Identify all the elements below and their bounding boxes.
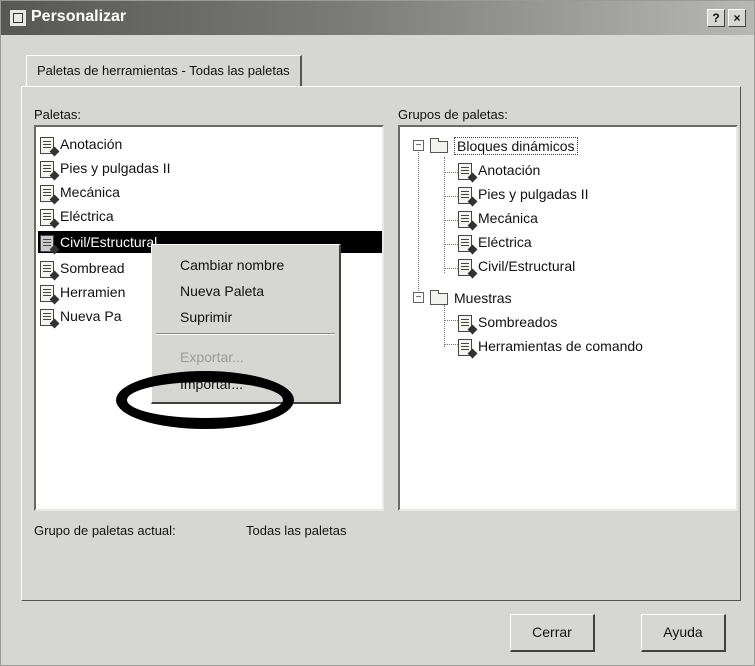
collapse-icon[interactable]: − [413,292,424,303]
tree-group[interactable]: Bloques dinámicos [430,135,578,157]
palette-icon [458,338,472,356]
current-group-label: Grupo de paletas actual: [34,523,176,538]
close-button[interactable]: Cerrar [510,614,595,652]
help-button[interactable]: Ayuda [641,614,726,652]
menu-separator [156,333,335,335]
app-icon [9,9,27,27]
customize-dialog: Personalizar ? × Paletas de herramientas… [0,0,755,666]
tree-line [444,305,445,347]
help-icon[interactable]: ? [707,9,725,27]
tree-line [418,145,419,297]
close-icon[interactable]: × [728,9,746,27]
tree-item[interactable]: Sombreados [458,311,557,333]
palette-icon [458,186,472,204]
palette-icon [40,184,54,202]
tree-line [444,268,458,269]
current-group-value: Todas las paletas [246,523,347,538]
palette-icon [458,234,472,252]
annotation-ring [116,371,294,429]
palette-icon [458,258,472,276]
list-item[interactable]: Anotación [40,133,122,155]
tree-line [444,320,458,321]
palette-icon [40,234,54,252]
tree-line [444,220,458,221]
tree-item[interactable]: Pies y pulgadas II [458,183,589,205]
tree-item[interactable]: Anotación [458,159,540,181]
palette-icon [40,284,54,302]
palette-groups-label: Grupos de paletas: [398,107,508,122]
list-item[interactable]: Pies y pulgadas II [40,157,171,179]
folder-icon [430,138,448,154]
palette-icon [40,160,54,178]
tree-line [444,196,458,197]
collapse-icon[interactable]: − [413,140,424,151]
tree-line [444,172,458,173]
tree-item[interactable]: Herramientas de comando [458,335,643,357]
palette-groups-tree[interactable]: − Bloques dinámicos Anotación Pies y pul… [398,125,738,511]
palette-icon [40,308,54,326]
tree-line [444,344,458,345]
tree-item[interactable]: Eléctrica [458,231,532,253]
title-bar[interactable]: Personalizar ? × [1,1,754,35]
palette-icon [40,136,54,154]
palette-icon [40,208,54,226]
palettes-label: Paletas: [34,107,81,122]
tree-line [444,157,445,273]
menu-item-export: Exportar... [180,349,244,365]
tree-item[interactable]: Civil/Estructural [458,255,575,277]
tab-tool-palettes[interactable]: Paletas de herramientas - Todas las pale… [26,55,302,87]
folder-icon [430,290,448,306]
palette-icon [40,260,54,278]
list-item[interactable]: Eléctrica [40,205,114,227]
tree-group[interactable]: Muestras [430,287,512,309]
palette-icon [458,162,472,180]
palette-icon [458,314,472,332]
menu-item-new-palette[interactable]: Nueva Paleta [180,283,264,299]
list-item[interactable]: Sombread [40,257,125,279]
menu-item-delete[interactable]: Suprimir [180,309,232,325]
list-item[interactable]: Nueva Pa [40,305,121,327]
menu-item-rename[interactable]: Cambiar nombre [180,257,284,273]
palette-icon [458,210,472,228]
tree-item[interactable]: Mecánica [458,207,538,229]
tree-line [444,244,458,245]
window-title: Personalizar [31,8,127,25]
list-item[interactable]: Herramien [40,281,125,303]
list-item[interactable]: Mecánica [40,181,120,203]
